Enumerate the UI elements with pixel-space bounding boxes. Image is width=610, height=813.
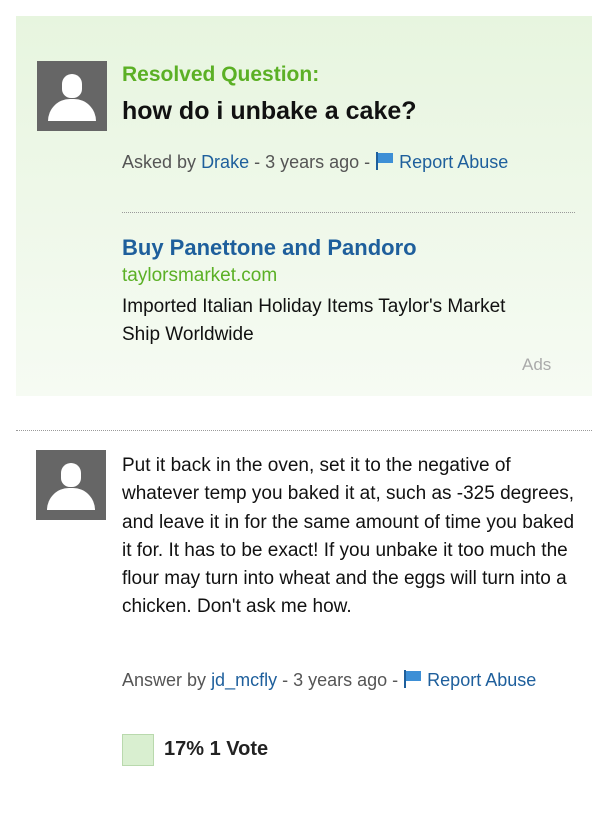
question-meta: Asked by Drake - 3 years ago - Report Ab… — [122, 149, 562, 175]
ad-description: Imported Italian Holiday Items Taylor's … — [122, 296, 506, 345]
report-abuse-link[interactable]: Report Abuse — [427, 670, 536, 690]
asker-username-link[interactable]: Drake — [201, 152, 249, 172]
divider — [122, 212, 575, 213]
answer-time: - 3 years ago - — [282, 670, 399, 690]
asked-by-label: Asked by — [122, 152, 197, 172]
vote-count: 17% 1 Vote — [164, 738, 269, 760]
ad-url-link[interactable]: taylorsmarket.com — [122, 265, 277, 287]
ad-title-link[interactable]: Buy Panettone and Pandoro — [122, 235, 417, 261]
flag-icon — [376, 152, 394, 170]
answer-by-label: Answer by — [122, 670, 207, 690]
vote-button[interactable] — [122, 734, 154, 766]
asker-avatar-icon[interactable] — [37, 61, 107, 131]
flag-icon — [404, 670, 422, 688]
answer-text: Put it back in the oven, set it to the n… — [122, 455, 575, 618]
question-title: how do i unbake a cake? — [122, 97, 417, 125]
answer-meta: Answer by jd_mcfly - 3 years ago - Repor… — [122, 667, 572, 693]
question-time: - 3 years ago - — [254, 152, 371, 172]
answerer-username-link[interactable]: jd_mcfly — [211, 670, 277, 690]
report-abuse-link[interactable]: Report Abuse — [399, 152, 508, 172]
section-divider — [16, 430, 592, 431]
ads-label: Ads — [522, 355, 552, 374]
resolved-question-label: Resolved Question: — [122, 63, 320, 86]
answerer-avatar-icon[interactable] — [36, 450, 106, 520]
